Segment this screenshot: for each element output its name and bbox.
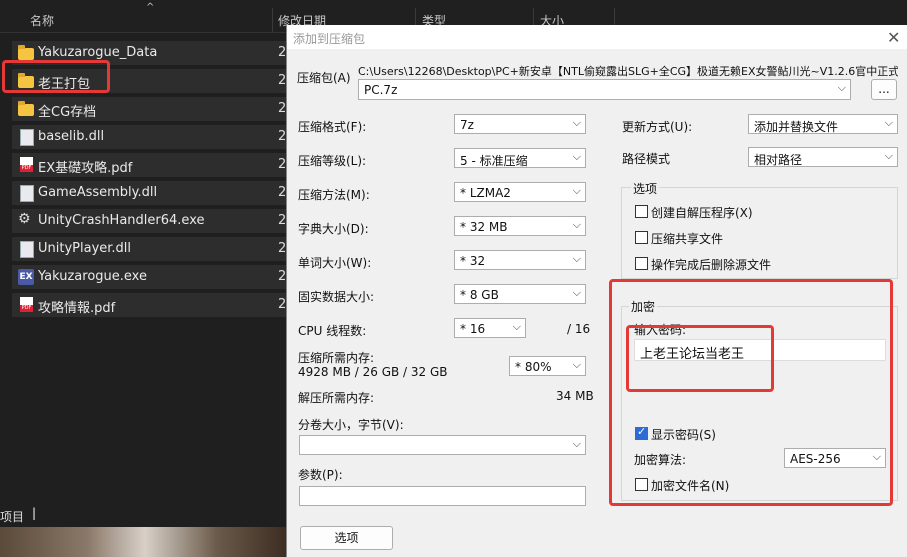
delete-checkbox[interactable]	[635, 257, 648, 270]
chevron-down-icon: ⌵	[572, 437, 581, 450]
format-select[interactable]: 7z ⌵	[454, 114, 586, 134]
folder-icon	[18, 101, 34, 116]
chevron-down-icon: ⌵	[572, 184, 581, 197]
chevron-down-icon: ⌵	[572, 150, 581, 163]
solid-select[interactable]: * 8 GB ⌵	[454, 284, 586, 304]
word-select[interactable]: * 32 ⌵	[454, 250, 586, 270]
file-row[interactable]: EX Yakuzarogue.exe 2	[12, 265, 298, 289]
cpu-total: / 16	[567, 322, 591, 336]
chevron-down-icon: ⌵	[572, 252, 581, 265]
split-label: 分卷大小，字节(V):	[298, 418, 404, 432]
solid-label: 固实数据大小:	[298, 290, 375, 304]
column-name[interactable]: 名称	[30, 12, 54, 29]
pdf-file-icon	[20, 157, 33, 172]
dll-file-icon	[20, 241, 34, 258]
highlight-box-password	[626, 325, 774, 392]
split-select[interactable]: ⌵	[299, 435, 586, 455]
highlight-box-encryption	[609, 279, 893, 506]
file-row[interactable]: GameAssembly.dll 2	[12, 181, 298, 205]
update-select[interactable]: 添加并替换文件 ⌵	[748, 114, 898, 134]
mem-comp-label: 压缩所需内存:	[298, 351, 375, 365]
params-label: 参数(P):	[298, 468, 343, 482]
file-row[interactable]: 全CG存档 2	[12, 97, 298, 121]
highlight-box-folder	[2, 60, 110, 93]
cpu-label: CPU 线程数:	[298, 324, 367, 338]
add-to-archive-dialog: 添加到压缩包 ✕ 压缩包(A) C:\Users\12268\Desktop\P…	[286, 25, 907, 557]
dll-file-icon	[20, 185, 34, 202]
mem-decomp-value: 34 MB	[556, 389, 594, 403]
options-group-title: 选项	[631, 180, 660, 197]
desktop-wallpaper	[0, 527, 290, 557]
file-row[interactable]: baselib.dll 2	[12, 125, 298, 149]
level-label: 压缩等级(L):	[298, 154, 367, 168]
mem-comp-value: 4928 MB / 26 GB / 32 GB	[298, 365, 448, 379]
method-select[interactable]: * LZMA2 ⌵	[454, 182, 586, 202]
status-separator: |	[32, 506, 37, 520]
chevron-down-icon: ⌵	[512, 320, 521, 333]
pdf-file-icon	[20, 297, 33, 312]
mem-percent-select[interactable]: * 80% ⌵	[509, 356, 586, 376]
status-text: 项目	[0, 510, 25, 524]
folder-icon	[18, 45, 34, 60]
file-row[interactable]: 攻略情報.pdf2	[12, 293, 298, 317]
dll-file-icon	[20, 129, 34, 146]
chevron-down-icon: ⌵	[884, 116, 893, 129]
chevron-down-icon: ⌵	[572, 116, 581, 129]
chevron-down-icon: ⌵	[572, 358, 581, 371]
path-label: 路径模式	[622, 152, 671, 166]
chevron-down-icon: ⌵	[572, 286, 581, 299]
shared-checkbox[interactable]	[635, 231, 648, 244]
mem-decomp-label: 解压所需内存:	[298, 391, 375, 405]
chevron-down-icon: ⌵	[884, 149, 893, 162]
format-label: 压缩格式(F):	[298, 120, 367, 134]
update-label: 更新方式(U):	[622, 120, 693, 134]
browse-button[interactable]: ...	[871, 79, 897, 100]
options-button[interactable]: 选项	[300, 526, 393, 550]
archive-name-combo[interactable]: PC.7z ⌵	[358, 79, 851, 100]
dialog-title: 添加到压缩包	[293, 32, 366, 46]
ex-app-icon: EX	[18, 269, 34, 285]
chevron-down-icon: ⌵	[837, 81, 846, 94]
gear-icon: ⚙	[18, 211, 31, 227]
level-select[interactable]: 5 - 标准压缩 ⌵	[454, 148, 586, 168]
archive-path: C:\Users\12268\Desktop\PC+新安卓【NTL偷窥露出SLG…	[358, 65, 898, 78]
status-bar: 项目 |	[0, 504, 290, 526]
sort-arrow-icon: ^	[146, 2, 155, 13]
dict-select[interactable]: * 32 MB ⌵	[454, 216, 586, 236]
dialog-titlebar[interactable]: 添加到压缩包 ✕	[287, 25, 907, 49]
close-icon[interactable]: ✕	[887, 28, 900, 47]
sfx-checkbox[interactable]	[635, 205, 648, 218]
archive-label: 压缩包(A)	[297, 71, 351, 85]
cpu-select[interactable]: * 16 ⌵	[454, 318, 526, 338]
file-row[interactable]: UnityPlayer.dll 2	[12, 237, 298, 261]
word-label: 单词大小(W):	[298, 256, 372, 270]
path-select[interactable]: 相对路径 ⌵	[748, 147, 898, 167]
file-row[interactable]: ⚙ UnityCrashHandler64.exe 2	[12, 209, 298, 233]
dict-label: 字典大小(D):	[298, 222, 369, 236]
sfx-label: 创建自解压程序(X)	[651, 206, 753, 220]
chevron-down-icon: ⌵	[572, 218, 581, 231]
params-input[interactable]	[299, 486, 586, 506]
method-label: 压缩方法(M):	[298, 188, 370, 202]
delete-label: 操作完成后删除源文件	[651, 258, 772, 272]
shared-label: 压缩共享文件	[651, 232, 724, 246]
file-row[interactable]: EX基礎攻略.pdf2	[12, 153, 298, 177]
